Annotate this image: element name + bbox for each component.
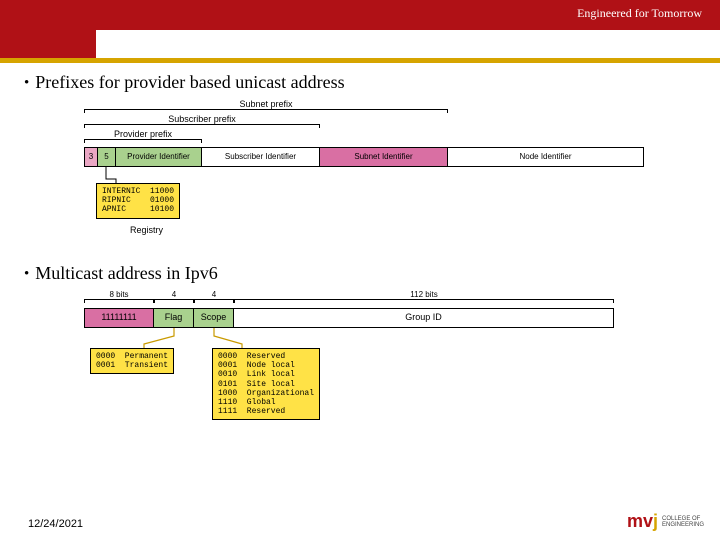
connector-flag (144, 328, 184, 350)
scope-box: 0000 Reserved 0001 Node local 0010 Link … (212, 348, 320, 420)
width-4a: 4 (154, 290, 194, 299)
width-8bits: 8 bits (84, 290, 154, 299)
field-subnet-id: Subnet Identifier (320, 147, 448, 167)
logo-j: j (653, 511, 658, 531)
width-112bits: 112 bits (234, 290, 614, 299)
bracket-provider-label: Provider prefix (84, 129, 202, 139)
field-group: Group ID (234, 308, 614, 328)
multicast-diagram: 8 bits 4 4 112 bits 11111111 Flag Scope … (84, 290, 696, 450)
logo: mvj COLLEGE OFENGINEERING (627, 511, 704, 532)
connector-scope (212, 328, 252, 350)
unicast-diagram: Subnet prefix Subscriber prefix Provider… (84, 99, 696, 221)
logo-m: m (627, 511, 643, 531)
field-provider-id: Provider Identifier (116, 147, 202, 167)
logo-v: v (643, 511, 653, 531)
field-five: 5 (98, 147, 116, 167)
bracket-subnet-label: Subnet prefix (84, 99, 448, 109)
logo-text: COLLEGE OFENGINEERING (662, 516, 704, 528)
footer-date: 12/24/2021 (28, 518, 83, 530)
header-gold-line (0, 58, 720, 63)
field-ones: 11111111 (84, 308, 154, 328)
registry-box: INTERNIC 11000 RIPNIC 01000 APNIC 10100 (96, 183, 180, 219)
flag-box: 0000 Permanent 0001 Transient (90, 348, 174, 374)
header-tagline: Engineered for Tomorrow (577, 6, 702, 21)
field-three: 3 (84, 147, 98, 167)
header-red-block (0, 0, 96, 58)
field-node-id: Node Identifier (448, 147, 644, 167)
field-subscriber-id: Subscriber Identifier (202, 147, 320, 167)
bullet-multicast: Multicast address in Ipv6 (24, 263, 696, 284)
bullet-prefixes: Prefixes for provider based unicast addr… (24, 72, 696, 93)
bracket-subscriber-label: Subscriber prefix (84, 114, 320, 124)
registry-label: Registry (130, 225, 163, 235)
width-4b: 4 (194, 290, 234, 299)
field-scope: Scope (194, 308, 234, 328)
field-flag: Flag (154, 308, 194, 328)
